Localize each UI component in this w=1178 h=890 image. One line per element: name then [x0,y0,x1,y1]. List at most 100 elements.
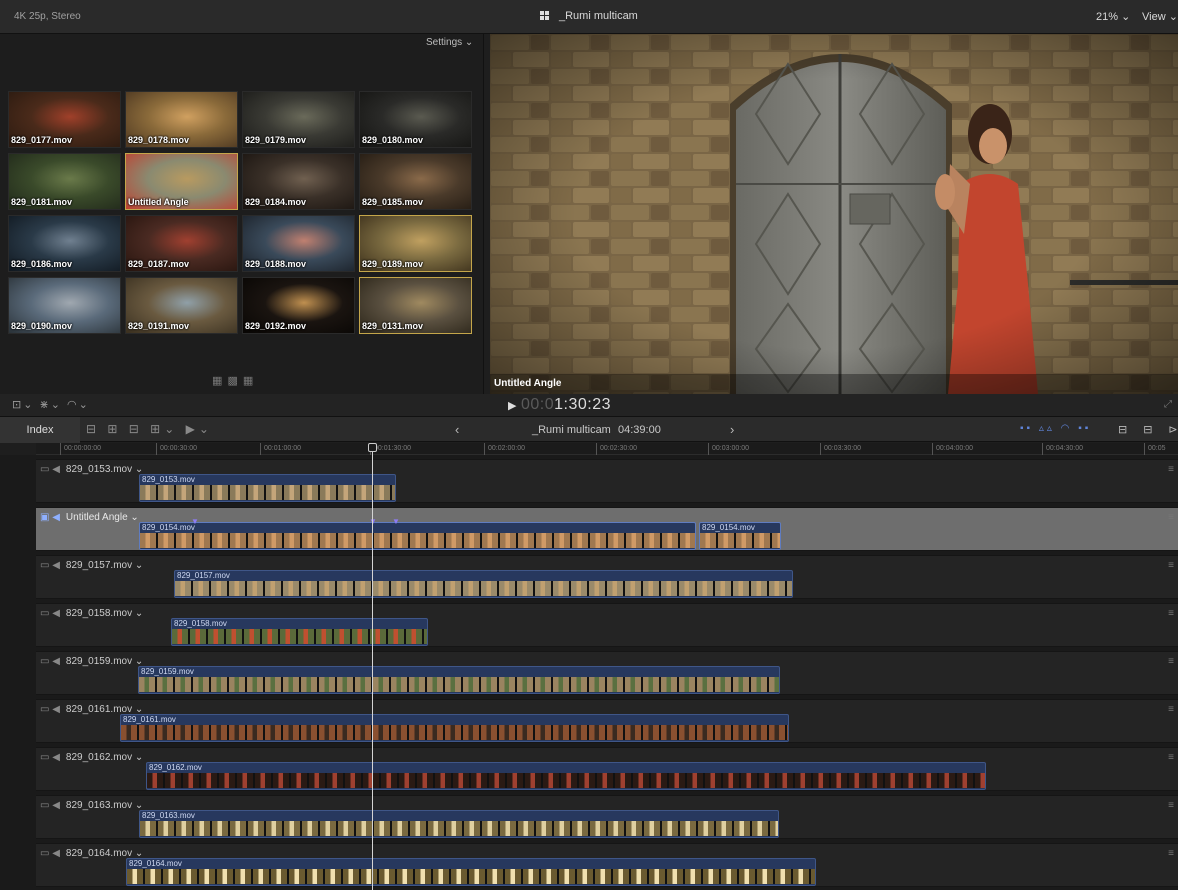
timeline-clip[interactable]: 829_0153.mov [139,474,396,502]
timeline-ruler[interactable]: 00:00:00:00 00:00:30:00 00:01:00:00 00:01:3… [36,443,1178,455]
angle-tile[interactable]: 829_0189.mov [359,215,472,272]
timecode-display[interactable]: ▶ 00:01:30:23 [508,396,611,414]
zoom-menu[interactable]: 21% ⌄ [1096,10,1130,23]
clip-name: 829_0164.mov [129,859,182,868]
angle-tile[interactable]: 829_0179.mov [242,91,355,148]
lane-menu-icon[interactable]: ≡ [1168,608,1174,619]
angle-tile-label: 829_0186.mov [11,259,73,269]
angle-lane-label[interactable]: ▭ ◀ 829_0158.mov ⌄ [40,608,143,619]
clip-filmstrip [140,533,695,548]
angle-lane[interactable]: ▭ ◀ 829_0159.mov ⌄ ≡ 829_0159.mov [36,651,1178,695]
angle-tile[interactable]: 829_0131.mov [359,277,472,334]
angle-tile[interactable]: 829_0184.mov [242,153,355,210]
next-arrow-icon[interactable]: › [730,422,734,437]
timeline-clip[interactable]: 829_0157.mov [174,570,793,598]
angle-tile-label: 829_0189.mov [362,259,424,269]
angle-settings-menu[interactable]: Settings ⌄ [426,37,473,48]
viewer-angle-label: Untitled Angle [494,378,562,389]
angle-tile[interactable]: 829_0180.mov [359,91,472,148]
clip-name: 829_0161.mov [123,715,176,724]
angle-lane-label[interactable]: ▭ ◀ 829_0162.mov ⌄ [40,752,143,763]
angle-lane[interactable]: ▭ ◀ 829_0153.mov ⌄ ≡ 829_0153.mov [36,459,1178,503]
marker-icon[interactable]: ▼ [191,517,199,526]
angle-lane[interactable]: ▭ ◀ 829_0161.mov ⌄ ≡ 829_0161.mov [36,699,1178,743]
lane-menu-icon[interactable]: ≡ [1168,512,1174,523]
viewer[interactable]: Untitled Angle [490,34,1178,394]
angle-tile[interactable]: 829_0191.mov [125,277,238,334]
marker-icon[interactable]: ▼ [392,517,400,526]
angle-tile[interactable]: 829_0187.mov [125,215,238,272]
viewer-header: 4K 25p, Stereo _Rumi multicam 21% ⌄ View… [0,0,1178,34]
timeline-clip[interactable]: 829_0154.mov [139,522,696,550]
clip-appearance-icons[interactable]: ⊟⊟⊳ [1118,423,1178,436]
angle-label-bar [490,374,1178,394]
angle-tile[interactable]: 829_0190.mov [8,277,121,334]
playhead-handle[interactable] [368,443,377,452]
lane-menu-icon[interactable]: ≡ [1168,752,1174,763]
angle-lane-label[interactable]: ▭ ◀ 829_0153.mov ⌄ [40,464,143,475]
angle-tile[interactable]: 829_0188.mov [242,215,355,272]
angle-lane-name: 829_0163.mov ⌄ [65,800,144,811]
angle-tile[interactable]: 829_0177.mov [8,91,121,148]
clip-filmstrip [140,821,778,836]
monitor-icon[interactable]: ▭ ◀ [40,464,60,475]
timeline-clip[interactable]: 829_0161.mov [120,714,789,742]
timeline-clip[interactable]: 829_0162.mov [146,762,986,790]
angle-lane[interactable]: ▭ ◀ 829_0158.mov ⌄ ≡ 829_0158.mov [36,603,1178,647]
fullscreen-icon[interactable]: ⤢ [1164,399,1172,410]
timeline-clip[interactable]: 829_0154.mov [699,522,781,550]
angle-lane-label[interactable]: ▣ ◀ Untitled Angle ⌄ [40,512,139,523]
monitor-icon[interactable]: ▭ ◀ [40,800,60,811]
previous-arrow-icon[interactable]: ‹ [455,422,459,437]
angle-tile-label: 829_0191.mov [128,321,190,331]
monitor-icon[interactable]: ▭ ◀ [40,560,60,571]
timeline-clip[interactable]: 829_0163.mov [139,810,779,838]
timeline-clip[interactable]: 829_0164.mov [126,858,816,886]
clip-name: 829_0153.mov [142,475,195,484]
view-tools[interactable]: ⊡⌄ ⋇⌄ ◠⌄ [12,398,90,411]
play-icon[interactable]: ▶ [508,400,517,412]
angle-tile[interactable]: Untitled Angle [125,153,238,210]
angle-lane-label[interactable]: ▭ ◀ 829_0163.mov ⌄ [40,800,143,811]
lane-menu-icon[interactable]: ≡ [1168,848,1174,859]
angle-lane[interactable]: ▣ ◀ Untitled Angle ⌄ ≡ 829_0154.mov 829_0154… [36,507,1178,551]
clip-name: 829_0159.mov [141,667,194,676]
angle-tile[interactable]: 829_0178.mov [125,91,238,148]
angle-tile[interactable]: 829_0192.mov [242,277,355,334]
monitor-icon[interactable]: ▣ ◀ [40,512,60,523]
lane-menu-icon[interactable]: ≡ [1168,656,1174,667]
monitor-icon[interactable]: ▭ ◀ [40,656,60,667]
angle-lane[interactable]: ▭ ◀ 829_0163.mov ⌄ ≡ 829_0163.mov [36,795,1178,839]
index-button[interactable]: Index [0,417,80,443]
timeline-clip[interactable]: 829_0158.mov [171,618,428,646]
view-menu[interactable]: View ⌄ [1142,10,1178,23]
angle-lane[interactable]: ▭ ◀ 829_0162.mov ⌄ ≡ 829_0162.mov [36,747,1178,791]
angle-grid: 829_0177.mov 829_0178.mov 829_0179.mov 829_… [8,91,474,337]
monitor-icon[interactable]: ▭ ◀ [40,704,60,715]
monitor-icon[interactable]: ▭ ◀ [40,752,60,763]
angle-tile[interactable]: 829_0186.mov [8,215,121,272]
angle-lane-label[interactable]: ▭ ◀ 829_0157.mov ⌄ [40,560,143,571]
lane-menu-icon[interactable]: ≡ [1168,464,1174,475]
angle-lane-label[interactable]: ▭ ◀ 829_0159.mov ⌄ [40,656,143,667]
monitor-icon[interactable]: ▭ ◀ [40,848,60,859]
clip-filmstrip [121,725,788,740]
lane-menu-icon[interactable]: ≡ [1168,704,1174,715]
clip-filmstrip [139,677,779,692]
angle-tile[interactable]: 829_0185.mov [359,153,472,210]
timeline-clip[interactable]: 829_0159.mov [138,666,780,694]
clip-filmstrip [172,629,427,644]
ruler-tick: 00:02:30:00 [596,443,637,455]
angle-tile-label: 829_0184.mov [245,197,307,207]
angle-lane[interactable]: ▭ ◀ 829_0164.mov ⌄ ≡ 829_0164.mov [36,843,1178,887]
monitor-icon[interactable]: ▭ ◀ [40,608,60,619]
angle-bank-icon[interactable]: ▦ ▩ ▦ [212,374,254,387]
playhead[interactable] [372,443,373,890]
angle-tile[interactable]: 829_0181.mov [8,153,121,210]
timeline-tracks[interactable]: ▭ ◀ 829_0153.mov ⌄ ≡ 829_0153.mov ▣ ◀ Untitle… [0,455,1178,890]
edit-tools[interactable]: ⊟ ⊞ ⊟ ⊞⌄ ▶⌄ [86,422,213,436]
lane-menu-icon[interactable]: ≡ [1168,800,1174,811]
timeline-options-icons[interactable]: ▪▪ ▵▵ ◠ ▪▪ [1020,423,1091,434]
lane-menu-icon[interactable]: ≡ [1168,560,1174,571]
angle-lane[interactable]: ▭ ◀ 829_0157.mov ⌄ ≡ 829_0157.mov [36,555,1178,599]
